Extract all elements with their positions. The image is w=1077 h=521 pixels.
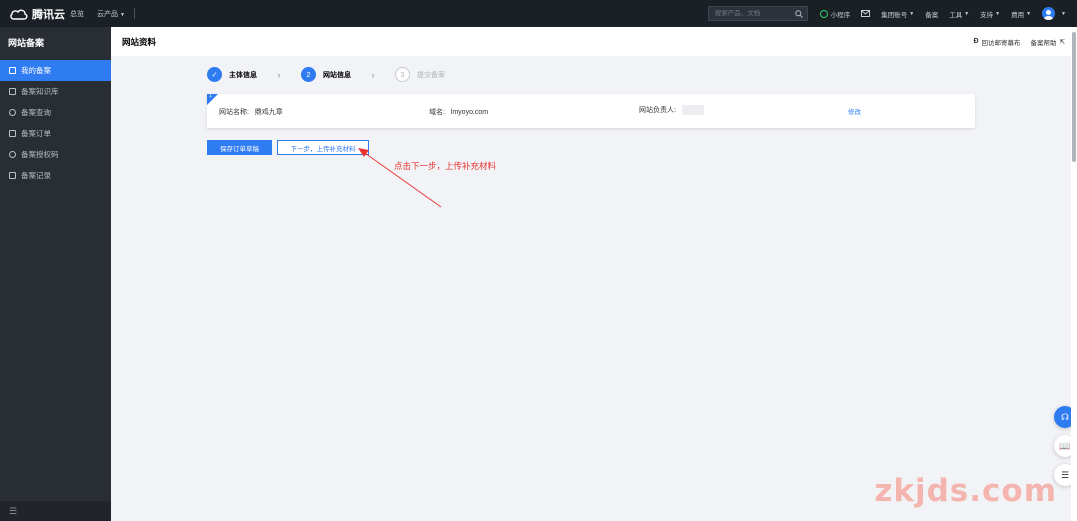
brand-name: 腾讯云 [32, 8, 65, 21]
sidebar-item-filing-records[interactable]: 备案记录 [0, 165, 111, 186]
group-account-menu[interactable]: 集团账号 ▼ [881, 9, 914, 19]
mini-program-link[interactable]: 小程序 [819, 9, 851, 19]
sidebar-item-filing-query[interactable]: 备案查询 [0, 102, 111, 123]
search-box[interactable] [707, 6, 808, 21]
billing-label: 费用 [1011, 11, 1025, 19]
filing-help-label: 备案帮助 [1030, 39, 1057, 47]
sidebar-collapse-button[interactable]: ☰ [0, 501, 111, 521]
revisit-mail-label: 回访邮寄幕布 [981, 39, 1021, 47]
sidebar-item-label: 备案知识库 [21, 87, 59, 96]
nav-divider [133, 8, 135, 19]
check-circle-icon [819, 9, 828, 18]
tools-label: 工具 [949, 11, 963, 19]
annotation-text: 点击下一步，上传补充材料 [394, 161, 497, 171]
sidebar: 网站备案 我的备案 备案知识库 备案查询 备案订单 备案授权码 备案记录 ☰ [0, 27, 111, 521]
edit-link[interactable]: 修改 [848, 106, 861, 116]
search-icon[interactable] [795, 9, 803, 18]
site-owner-field: 网站负责人: [639, 105, 704, 116]
filing-link[interactable]: 备案 [925, 9, 938, 19]
brand-logo[interactable]: 腾讯云 [0, 6, 70, 22]
revisit-mail-link[interactable]: Ð 回访邮寄幕布 [973, 37, 1020, 47]
support-label: 支持 [980, 11, 994, 19]
scrollbar[interactable] [1071, 27, 1077, 521]
chevron-down-icon: ▼ [964, 10, 970, 17]
external-link-icon: ⇱ [1059, 38, 1065, 46]
sidebar-item-label: 备案订单 [21, 129, 51, 138]
chevron-down-icon: ▼ [995, 10, 1001, 17]
site-owner-label: 网站负责人: [639, 107, 676, 114]
scroll-thumb[interactable] [1072, 32, 1076, 162]
sidebar-item-my-filings[interactable]: 我的备案 [0, 60, 111, 81]
sidebar-item-knowledge-base[interactable]: 备案知识库 [0, 81, 111, 102]
watermark: zkjds.com [874, 473, 1057, 509]
sidebar-item-label: 我的备案 [21, 66, 51, 75]
sidebar-title: 网站备案 [8, 38, 45, 48]
group-account-label: 集团账号 [881, 11, 908, 19]
search-input[interactable] [714, 10, 785, 17]
nav-cloud-products[interactable]: 云产品 ▼ [97, 9, 125, 19]
sidebar-item-label: 备案记录 [21, 171, 51, 180]
top-navbar: 腾讯云 总览 云产品▼ 小程序 集团账号▼ 备案 工具▼ 支持▼ 费用▼ ▼ [0, 0, 1077, 27]
sidebar-item-auth-code[interactable]: 备案授权码 [0, 144, 111, 165]
book-icon [9, 88, 16, 95]
chevron-down-icon: ▼ [1026, 10, 1032, 17]
user-menu[interactable]: ▼ [1042, 7, 1066, 20]
info-icon [9, 151, 16, 158]
collapse-icon: ☰ [9, 505, 18, 516]
chevron-down-icon: ▼ [909, 10, 915, 17]
header-links: Ð 回访邮寄幕布 备案帮助 ⇱ [963, 37, 1065, 47]
search-icon [9, 109, 16, 116]
avatar [1042, 7, 1056, 20]
mini-program-label: 小程序 [830, 11, 851, 19]
redacted-value [681, 105, 704, 116]
main-content: 网站资料 Ð 回访邮寄幕布 备案帮助 ⇱ ✓ 主体信息 › 2 网站信息 › 3 提… [111, 27, 1077, 521]
filing-help-link[interactable]: 备案帮助 ⇱ [1031, 37, 1065, 47]
cloud-logo-icon [10, 9, 28, 20]
chevron-down-icon: ▼ [1061, 10, 1066, 17]
annotation-arrow [358, 148, 442, 208]
sidebar-item-label: 备案查询 [21, 108, 51, 117]
nav-overview[interactable]: 总览 [70, 9, 84, 19]
nav-cloud-products-label: 云产品 [97, 10, 118, 18]
checkbox-icon [9, 130, 16, 137]
document-icon [9, 172, 16, 179]
top-nav: 总览 云产品 ▼ [70, 8, 135, 19]
tools-menu[interactable]: 工具 ▼ [949, 9, 969, 19]
book-icon: Ð [973, 38, 979, 45]
top-right-toolbar: 小程序 集团账号▼ 备案 工具▼ 支持▼ 费用▼ ▼ [707, 0, 1077, 27]
mail-icon[interactable] [861, 10, 871, 17]
sidebar-item-label: 备案授权码 [21, 150, 59, 159]
chevron-down-icon: ▼ [120, 11, 125, 18]
support-menu[interactable]: 支持 ▼ [980, 9, 1000, 19]
sidebar-item-filing-orders[interactable]: 备案订单 [0, 123, 111, 144]
calendar-icon [9, 67, 16, 74]
billing-menu[interactable]: 费用 ▼ [1011, 9, 1031, 19]
